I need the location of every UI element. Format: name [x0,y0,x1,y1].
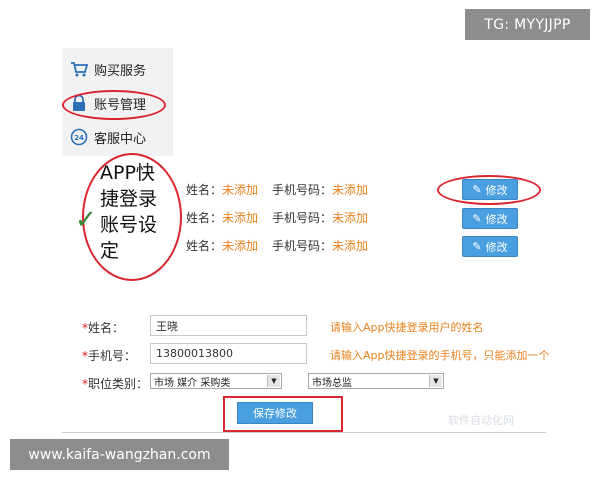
annotation-oval-edit [437,175,541,205]
contact-row: 姓名： 未添加 手机号码： 未添加 [186,235,368,255]
select-value: 市场 媒介 采购类 [154,377,231,389]
sidebar-item-label: 购买服务 [94,63,147,79]
phone-label: 手机号码： [272,238,333,253]
name-field-label: *姓名： [82,319,124,336]
save-button[interactable]: 保存修改 [237,402,313,424]
label-text: 手机号： [88,349,137,363]
sidebar-item-label: 客服中心 [94,131,147,147]
chevron-down-icon: ▼ [267,375,280,387]
chevron-down-icon: ▼ [429,375,442,387]
phone-value: 未添加 [332,238,369,253]
app-login-title: APP快捷登录账号设定 [100,162,158,262]
name-value: 未添加 [222,210,259,225]
name-value: 未添加 [222,238,259,253]
pencil-icon: ✎ [472,240,482,253]
check-mark-icon: ✓ [75,205,97,235]
annotation-oval-account [62,90,166,120]
svg-text:24: 24 [74,134,84,142]
phone-value: 未添加 [332,210,369,225]
name-label: 姓名： [186,238,223,253]
cart-icon [70,60,89,78]
label-text: 职位类别： [88,377,149,391]
edit-button-label: 修改 [485,212,508,226]
watermark-tag: TG: MYYJJPP [465,9,590,40]
phone-input[interactable] [150,343,307,364]
phone-label: 手机号码： [272,182,333,197]
edit-button[interactable]: ✎ 修改 [462,236,518,257]
name-label: 姓名： [186,210,223,225]
name-value: 未添加 [222,182,259,197]
url-watermark: www.kaifa-wangzhan.com [10,439,229,470]
edit-button[interactable]: ✎ 修改 [462,208,518,229]
contact-row: 姓名： 未添加 手机号码： 未添加 [186,179,368,199]
position-field-label: *职位类别： [82,375,148,392]
pencil-icon: ✎ [472,212,482,225]
position-category-select[interactable]: 市场 媒介 采购类 ▼ [150,373,282,389]
contact-row: 姓名： 未添加 手机号码： 未添加 [186,207,368,227]
corner-watermark: 软件自动化网 [448,414,514,427]
position-title-select[interactable]: 市场总监 ▼ [308,373,444,389]
select-value: 市场总监 [312,377,352,389]
phone-label: 手机号码： [272,210,333,225]
label-text: 姓名： [88,321,125,335]
phone-hint: 请输入App快捷登录的手机号，只能添加一个 [330,349,550,362]
name-input[interactable] [150,315,307,336]
phone-value: 未添加 [332,182,369,197]
phone-field-label: *手机号： [82,347,136,364]
name-hint: 请输入App快捷登录用户的姓名 [330,321,484,334]
24h-service-icon: 24 [70,128,88,146]
divider [62,432,546,433]
sidebar-item-customer-service[interactable]: 24 客服中心 [70,124,146,150]
sidebar-item-buy-service[interactable]: 购买服务 [70,56,146,82]
edit-button-label: 修改 [485,240,508,254]
name-label: 姓名： [186,182,223,197]
